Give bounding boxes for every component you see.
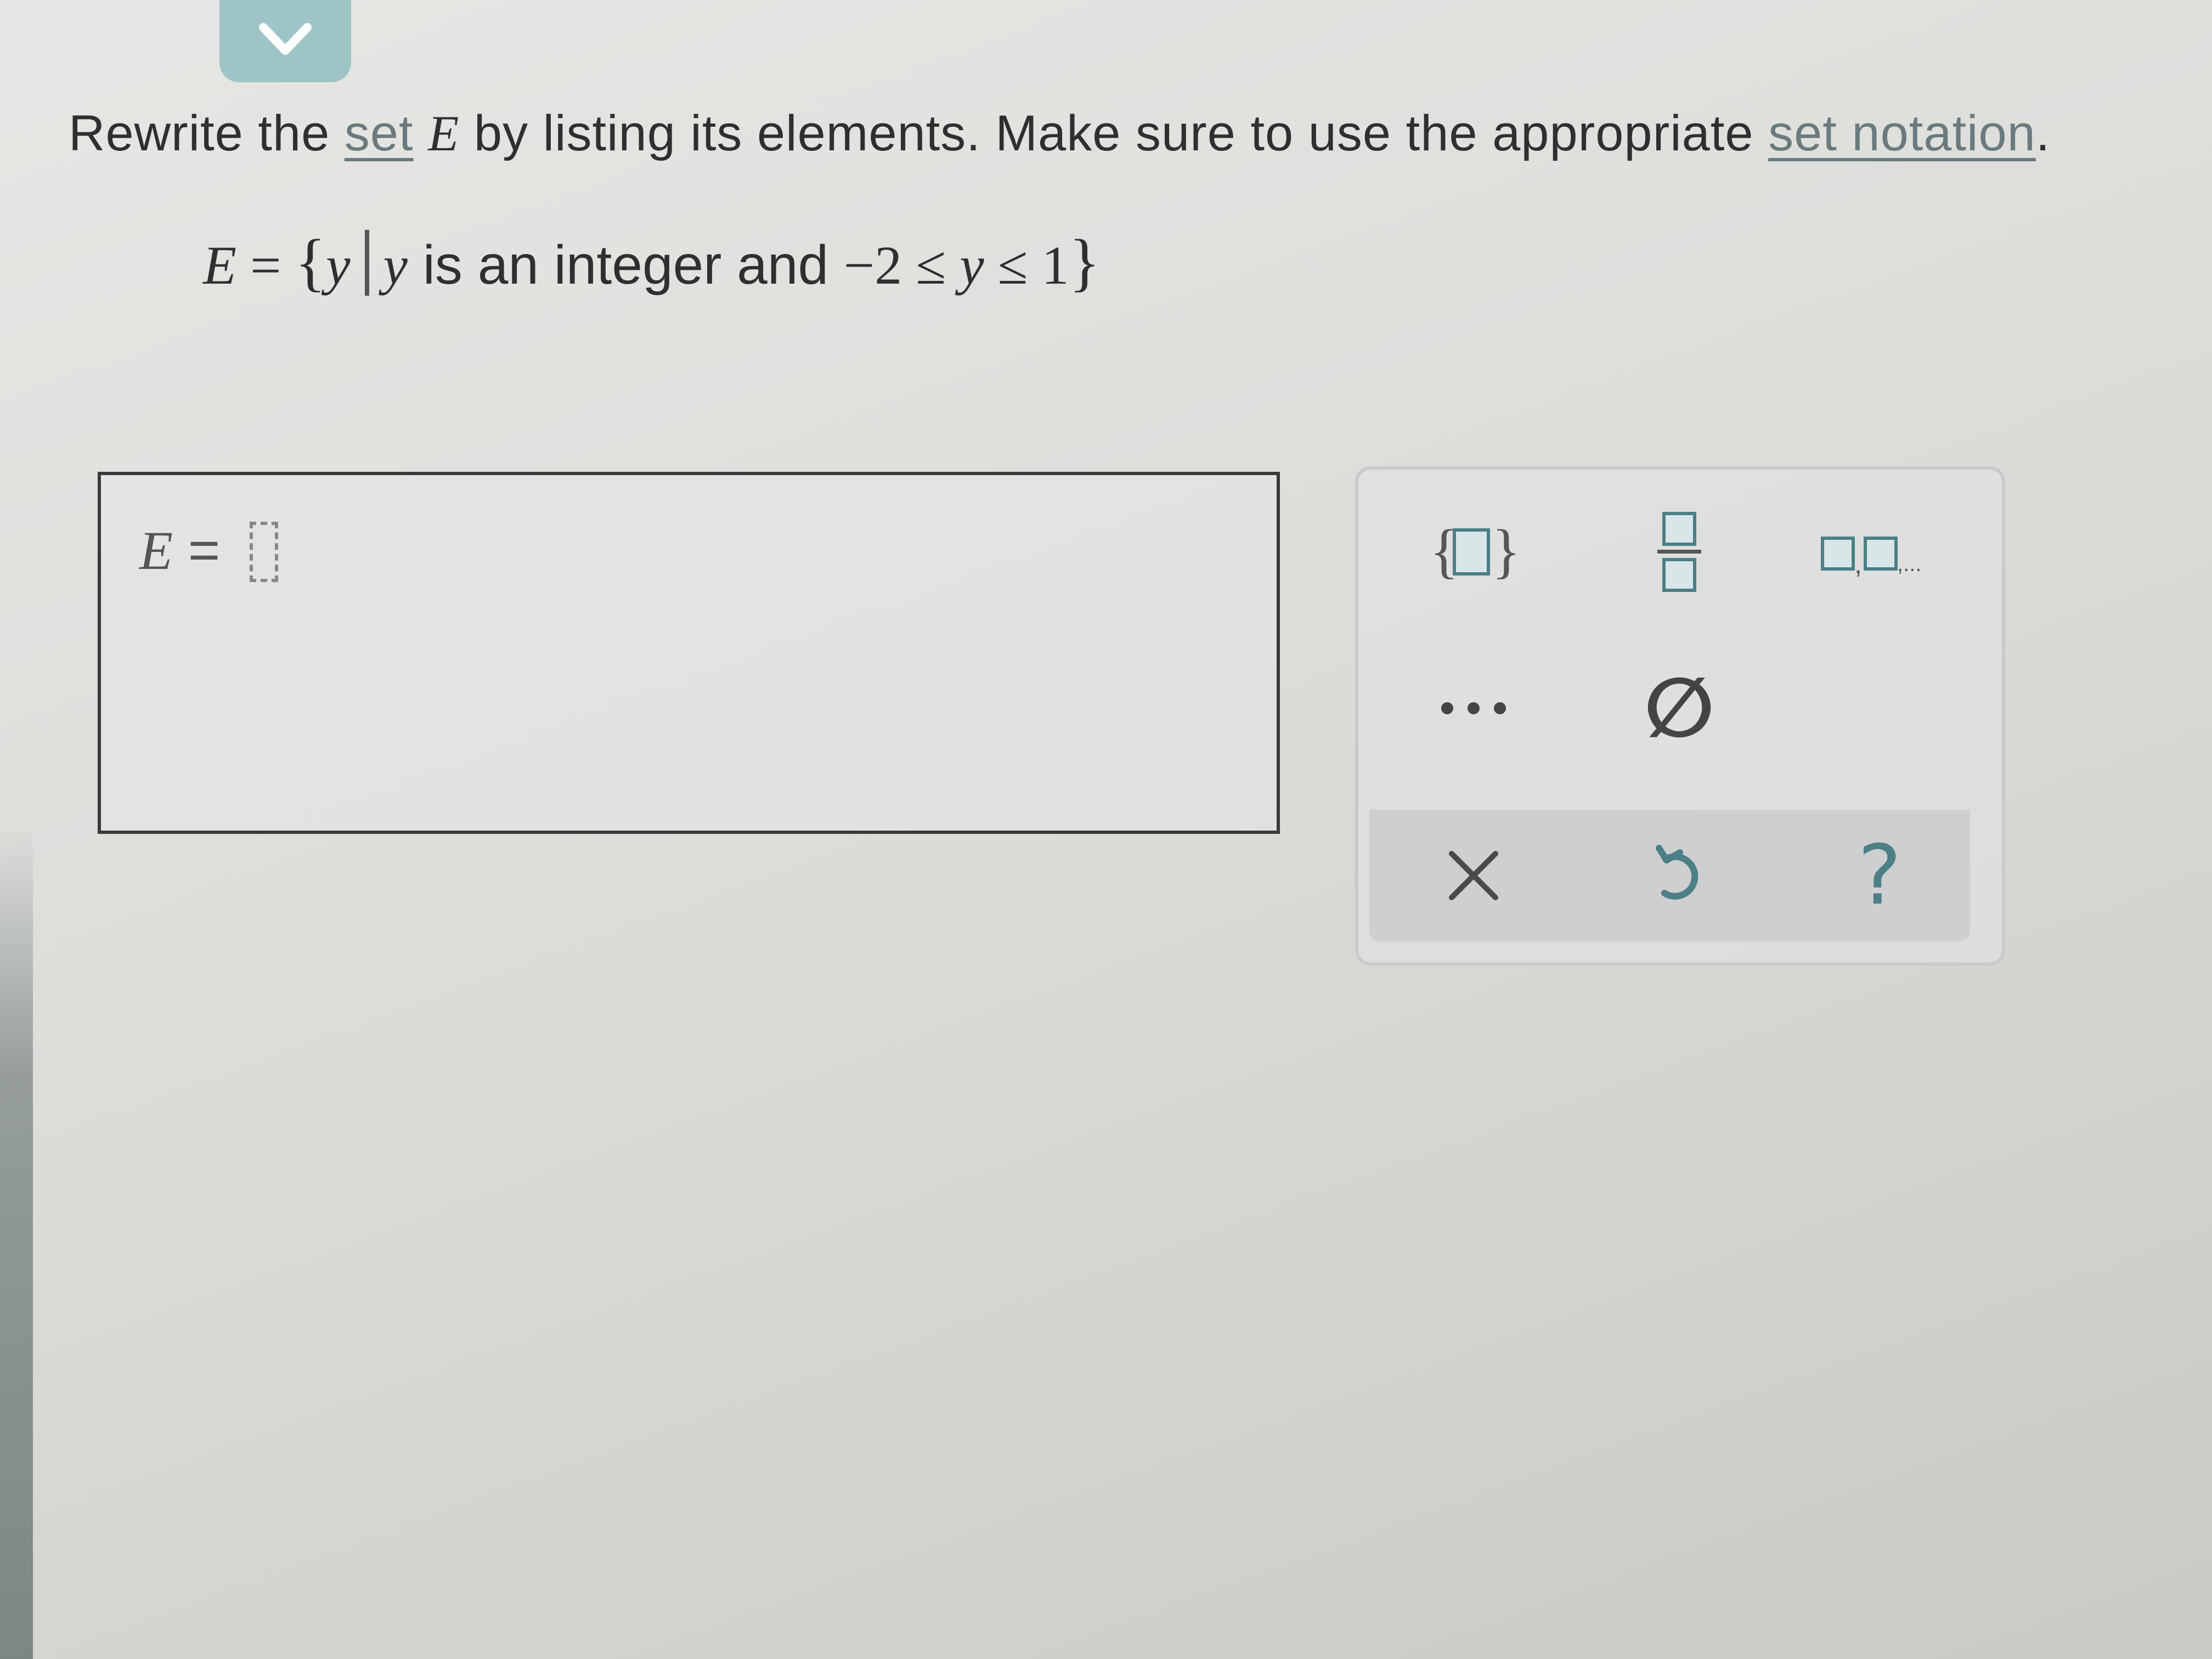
such-that-bar <box>364 230 369 296</box>
collapse-button[interactable] <box>219 0 351 82</box>
action-bar: ? <box>1369 810 1970 941</box>
less-equal-sign: ≤ <box>902 235 960 296</box>
equals-sign: = <box>173 520 236 581</box>
fraction-button[interactable] <box>1619 500 1740 604</box>
ellipsis-icon <box>1441 702 1506 714</box>
less-equal-sign: ≤ <box>984 235 1042 296</box>
set-lhs: E <box>203 235 237 296</box>
set-variable: y <box>383 235 408 296</box>
set-variable: y <box>960 235 984 296</box>
math-palette: { } , ,... ∅ <box>1355 466 2005 966</box>
help-icon: ? <box>1858 828 1901 923</box>
set-notation-link[interactable]: set notation <box>1768 105 2036 161</box>
question-part: Rewrite the <box>69 105 345 161</box>
answer-slot[interactable] <box>250 522 279 582</box>
set-link[interactable]: set <box>345 105 414 161</box>
answer-input-box[interactable]: E = <box>98 472 1280 834</box>
set-variable: y <box>326 235 351 296</box>
question-text: Rewrite the set E by listing its element… <box>69 104 2153 162</box>
list-button[interactable]: , ,... <box>1797 500 1973 604</box>
help-button[interactable]: ? <box>1819 823 1940 928</box>
lower-bound: −2 <box>843 235 902 296</box>
set-variable: E <box>428 105 460 161</box>
list-icon: , ,... <box>1821 537 1921 577</box>
list-suffix-text: ,... <box>1897 552 1921 576</box>
equals-sign: = <box>236 235 295 296</box>
close-icon <box>1449 851 1498 900</box>
undo-icon <box>1656 845 1699 900</box>
svg-text:}: } <box>1492 519 1517 584</box>
empty-set-icon: ∅ <box>1644 661 1715 756</box>
fraction-icon <box>1657 512 1701 592</box>
empty-set-button[interactable]: ∅ <box>1619 656 1740 760</box>
open-brace: { <box>295 226 326 298</box>
condition-text: is an integer and <box>407 234 844 296</box>
upper-bound: 1 <box>1041 235 1069 296</box>
ellipsis-button[interactable] <box>1413 656 1534 760</box>
set-definition: E = {y y is an integer and −2 ≤ y ≤ 1} <box>203 225 1100 300</box>
set-braces-button[interactable]: { } <box>1413 500 1534 604</box>
clear-button[interactable] <box>1413 823 1534 928</box>
svg-text:,: , <box>1854 549 1862 577</box>
screen-edge <box>0 823 33 1659</box>
answer-expression: E = <box>139 519 279 582</box>
question-period: . <box>2035 105 2051 161</box>
undo-button[interactable] <box>1619 823 1740 928</box>
question-part: by listing its elements. Make sure to us… <box>459 105 1769 161</box>
set-braces-icon: { } <box>1430 519 1517 584</box>
close-brace: } <box>1069 226 1101 298</box>
chevron-down-icon <box>259 23 312 55</box>
answer-lhs: E <box>139 520 173 581</box>
